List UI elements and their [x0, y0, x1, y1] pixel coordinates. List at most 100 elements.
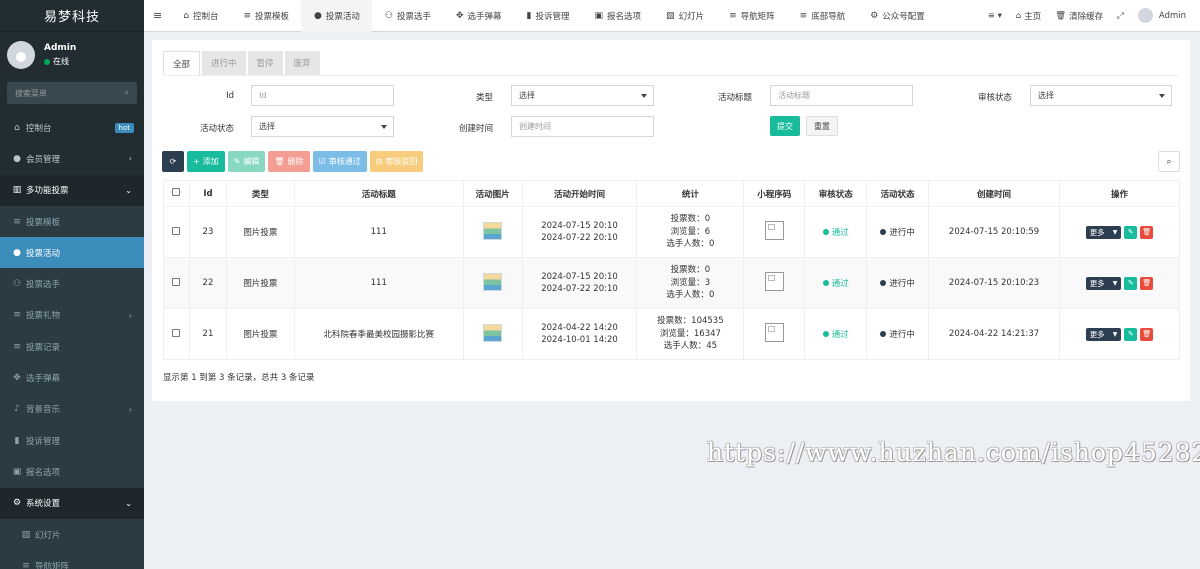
column-header[interactable]: Id — [188, 180, 227, 207]
sidebar-item-11[interactable]: ▣ 报名选项 — [0, 456, 144, 488]
nav-tab-10[interactable]: ⚙ 公众号配置 — [857, 0, 937, 32]
filter-id-input[interactable]: Id — [251, 85, 394, 106]
column-header[interactable]: 创建时间 — [928, 180, 1060, 207]
table-row[interactable]: 23 图片投票 111 2024-07-15 20:10 2024-07-22 20:1… — [163, 206, 1180, 258]
nav-tab-4[interactable]: ✥ 选手弹幕 — [443, 0, 514, 32]
sidebar-item-7[interactable]: ≡ 投票记录 — [0, 331, 144, 363]
row-delete-button[interactable]: 🗑 — [1140, 225, 1154, 239]
home-link[interactable]: ⌂ 主页 — [1009, 0, 1048, 32]
cell-qrcode[interactable] — [743, 257, 806, 309]
cell-qrcode[interactable] — [743, 308, 806, 360]
column-header[interactable]: 活动状态 — [866, 180, 930, 207]
nav-tab-8[interactable]: ≡ 导航矩阵 — [716, 0, 787, 32]
status-tab-0[interactable]: 全部 — [163, 51, 201, 75]
nav-tab-label: 投票活动 — [325, 11, 360, 22]
qrcode-image[interactable] — [764, 323, 784, 342]
menu-toggle-icon[interactable]: ≡ ▾ — [981, 0, 1009, 32]
status-tab-1[interactable]: 进行中 — [202, 51, 246, 75]
admin-menu[interactable]: Admin — [1131, 0, 1200, 32]
nav-tab-5[interactable]: ▮ 投诉管理 — [514, 0, 582, 32]
column-header[interactable]: 审核状态 — [804, 180, 868, 207]
sidebar-item-9[interactable]: ♪ 背景音乐 ‹ — [0, 393, 144, 425]
filter-created-input[interactable]: 创建时间 — [511, 116, 654, 137]
nav-tab-2[interactable]: ● 投票活动 — [301, 0, 372, 32]
column-header[interactable]: 操作 — [1059, 180, 1180, 207]
cell-qrcode[interactable] — [743, 206, 806, 258]
status-tab-2[interactable]: 暂停 — [247, 51, 283, 75]
reset-button[interactable]: 重置 — [806, 116, 838, 136]
sidebar-item-5[interactable]: ⚇ 投票选手 — [0, 268, 144, 300]
filter-title-input[interactable]: 活动标题 — [770, 85, 913, 106]
filter-activity-select[interactable]: 选择 — [251, 116, 394, 137]
row-checkbox[interactable] — [163, 308, 190, 360]
more-dropdown-button[interactable]: 更多 ▼ — [1085, 276, 1122, 290]
row-edit-button[interactable]: ✎ — [1124, 327, 1138, 341]
row-edit-button[interactable]: ✎ — [1124, 276, 1138, 290]
sidebar-item-0[interactable]: ⌂ 控制台 hot — [0, 112, 144, 143]
sidebar-item-8[interactable]: ✥ 选手弹幕 — [0, 362, 144, 394]
sidebar-search-input[interactable]: 搜索菜单 ⌕ — [7, 82, 137, 104]
column-header[interactable]: 统计 — [636, 180, 745, 207]
sidebar-item-2[interactable]: ▥ 多功能投票 ⌄ — [0, 174, 144, 206]
row-checkbox[interactable] — [163, 257, 190, 309]
edit-button[interactable]: ✎ 编辑 — [227, 151, 266, 172]
column-header[interactable]: 类型 — [225, 180, 295, 207]
activity-thumbnail[interactable] — [483, 272, 503, 291]
nav-tab-0[interactable]: ⌂ 控制台 — [170, 0, 230, 32]
submit-button[interactable]: 提交 — [770, 116, 800, 136]
nav-tab-1[interactable]: ≡ 投票模板 — [230, 0, 301, 32]
column-header[interactable]: 活动开始时间 — [521, 180, 638, 207]
row-delete-button[interactable]: 🗑 — [1140, 327, 1154, 341]
cell-type: 图片投票 — [225, 257, 295, 309]
cell-title: 111 — [293, 257, 464, 309]
cell-start: 2024-07-15 20:10 2024-07-22 20:10 — [521, 257, 638, 309]
column-header[interactable]: 活动标题 — [293, 180, 464, 207]
sidebar-item-10[interactable]: ▮ 投诉管理 — [0, 424, 144, 457]
activity-thumbnail[interactable] — [483, 323, 503, 342]
column-header[interactable]: 活动图片 — [462, 180, 523, 207]
qrcode-image[interactable] — [764, 221, 784, 240]
nav-tab-3[interactable]: ⚇ 投票选手 — [372, 0, 443, 32]
approve-button[interactable]: ☑ 审核通过 — [312, 151, 367, 172]
add-button[interactable]: + 添加 — [187, 151, 225, 172]
more-dropdown-button[interactable]: 更多 ▼ — [1085, 327, 1122, 341]
fullscreen-icon[interactable]: ⤢ — [1110, 0, 1131, 32]
table-row[interactable]: 21 图片投票 北科院春季最美校园摄影比赛 2024-04-22 14:20 2024-… — [163, 308, 1180, 360]
cell-review: 通过 — [804, 206, 868, 258]
nav-tab-6[interactable]: ▣ 报名选项 — [582, 0, 654, 32]
sidebar-item-12[interactable]: ⚙ 系统设置 ⌄ — [0, 487, 144, 519]
sidebar-toggle-icon[interactable]: ≡ — [144, 0, 170, 32]
reject-button[interactable]: ⊟ 审核驳回 — [369, 151, 424, 172]
refresh-button[interactable]: ⟳ — [162, 151, 184, 172]
table-row[interactable]: 22 图片投票 111 2024-07-15 20:10 2024-07-22 20:1… — [163, 257, 1180, 309]
status-tab-3[interactable]: 废弃 — [284, 51, 320, 75]
filter-type-select[interactable]: 选择 — [511, 85, 654, 106]
clear-cache-button[interactable]: 🗑 清除缓存 — [1048, 0, 1110, 32]
sidebar-item-13[interactable]: ▨ 幻灯片 — [0, 518, 144, 551]
row-delete-button[interactable]: 🗑 — [1140, 276, 1154, 290]
home-icon: ⌂ — [1015, 10, 1022, 21]
nav-tab-9[interactable]: ≡ 底部导航 — [787, 0, 858, 32]
select-all-checkbox[interactable] — [163, 180, 190, 207]
row-checkbox[interactable] — [163, 206, 190, 258]
sidebar-item-6[interactable]: ≡ 投票礼物 ‹ — [0, 299, 144, 332]
search-icon[interactable]: ⌕ — [125, 88, 129, 98]
cell-image[interactable] — [462, 308, 523, 360]
sidebar-item-3[interactable]: ≡ 投票模板 — [0, 205, 144, 238]
row-edit-button[interactable]: ✎ — [1124, 225, 1138, 239]
sidebar-item-14[interactable]: ≡ 导航矩阵 — [0, 550, 144, 569]
cell-start: 2024-04-22 14:20 2024-10-01 14:20 — [521, 308, 638, 360]
sidebar-item-1[interactable]: ● 会员管理 ‹ — [0, 143, 144, 174]
nav-tab-7[interactable]: ▨ 幻灯片 — [653, 0, 716, 32]
brand-logo[interactable]: 易梦科技 — [0, 0, 144, 32]
filter-review-select[interactable]: 选择 — [1030, 85, 1172, 106]
cell-image[interactable] — [462, 257, 523, 309]
sidebar-item-4[interactable]: ● 投票活动 — [0, 237, 144, 269]
qrcode-image[interactable] — [764, 272, 784, 291]
delete-button[interactable]: 🗑 删除 — [268, 151, 310, 172]
table-search-button[interactable]: ⌕ — [1158, 151, 1180, 172]
more-dropdown-button[interactable]: 更多 ▼ — [1085, 225, 1122, 239]
cell-image[interactable] — [462, 206, 523, 258]
activity-thumbnail[interactable] — [483, 221, 503, 240]
column-header[interactable]: 小程序码 — [743, 180, 806, 207]
